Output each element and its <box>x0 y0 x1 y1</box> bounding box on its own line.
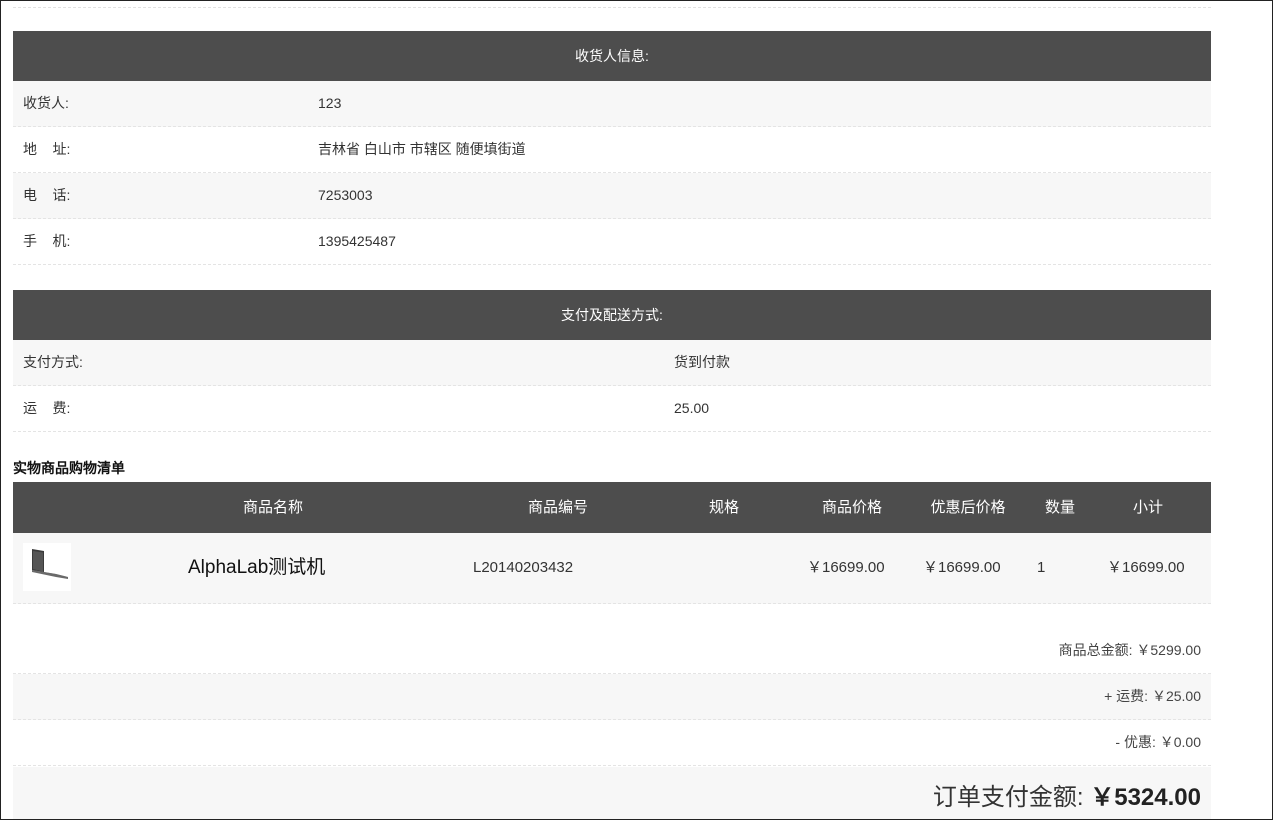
product-name-link[interactable]: AlphaLab测试机 <box>188 533 325 603</box>
phone-label: 电 话: <box>23 187 71 203</box>
discount-line: - 优惠: ￥0.00 <box>1115 720 1201 765</box>
payment-method-label: 支付方式: <box>23 354 83 370</box>
goods-section-title: 实物商品购物清单 <box>13 460 125 476</box>
product-price: ￥16699.00 <box>807 559 885 576</box>
shipping-line: + 运费: ￥25.00 <box>1104 674 1201 719</box>
shipping-fee-value: 25.00 <box>674 400 710 416</box>
consignee-row-address: 地 址: 吉林省 白山市 市辖区 随便填街道 <box>13 127 1211 173</box>
goods-total-label: 商品总金额: <box>1058 642 1133 658</box>
payment-row-method: 支付方式: 货到付款 <box>13 340 1211 386</box>
col-product-sku: 商品编号 <box>527 499 589 516</box>
phone-value: 7253003 <box>318 187 373 203</box>
consignee-row-phone: 电 话: 7253003 <box>13 173 1211 219</box>
address-value: 吉林省 白山市 市辖区 随便填街道 <box>318 141 526 157</box>
col-product-name: 商品名称 <box>242 499 304 516</box>
consignee-section: 收货人信息: 收货人: 123 地 址: 吉林省 白山市 市辖区 随便填街道 电… <box>13 31 1211 265</box>
payment-row-shipping: 运 费: 25.00 <box>13 386 1211 432</box>
shipping-fee-label: 运 费: <box>23 400 71 416</box>
product-subtotal: ￥16699.00 <box>1107 559 1185 576</box>
shipping-row: + 运费: ￥25.00 <box>13 674 1211 720</box>
shipping-label: + 运费: <box>1104 688 1149 704</box>
consignee-row-name: 收货人: 123 <box>13 81 1211 127</box>
mobile-label: 手 机: <box>23 233 71 249</box>
order-total-value: ￥5324.00 <box>1090 784 1201 811</box>
order-total-line: 订单支付金额: ￥5324.00 <box>933 777 1201 812</box>
discount-value: ￥0.00 <box>1159 734 1201 750</box>
product-thumbnail[interactable] <box>23 543 71 591</box>
order-total-label: 订单支付金额: <box>932 784 1084 811</box>
col-quantity: 数量 <box>1044 499 1076 516</box>
goods-total-value: ￥5299.00 <box>1136 642 1201 658</box>
goods-total-line: 商品总金额: ￥5299.00 <box>1059 628 1201 673</box>
top-divider <box>13 7 1211 8</box>
col-spec: 规格 <box>708 499 740 516</box>
consignee-row-mobile: 手 机: 1395425487 <box>13 219 1211 265</box>
discount-row: - 优惠: ￥0.00 <box>13 720 1211 766</box>
goods-table-header: 商品名称 商品编号 规格 商品价格 优惠后价格 数量 小计 <box>13 482 1211 533</box>
consignee-label: 收货人: <box>23 95 69 111</box>
consignee-section-header: 收货人信息: <box>13 31 1211 81</box>
consignee-value: 123 <box>318 95 342 111</box>
col-price: 商品价格 <box>821 499 883 516</box>
discount-label: - 优惠: <box>1115 734 1156 750</box>
product-discount-price: ￥16699.00 <box>923 559 1001 576</box>
product-sku: L20140203432 <box>473 559 574 576</box>
col-subtotal: 小计 <box>1132 499 1164 516</box>
goods-total-row: 商品总金额: ￥5299.00 <box>13 628 1211 674</box>
product-quantity: 1 <box>1037 559 1046 576</box>
payment-section-header: 支付及配送方式: <box>13 290 1211 340</box>
mobile-value: 1395425487 <box>318 233 396 249</box>
payment-method-value: 货到付款 <box>674 354 730 370</box>
col-discount-price: 优惠后价格 <box>930 499 1006 516</box>
address-label: 地 址: <box>23 141 71 157</box>
laptop-icon <box>32 549 68 579</box>
order-confirmation-page: 收货人信息: 收货人: 123 地 址: 吉林省 白山市 市辖区 随便填街道 电… <box>0 0 1273 820</box>
table-row: AlphaLab测试机 L20140203432 ￥16699.00 ￥1669… <box>13 533 1211 604</box>
shipping-value: ￥25.00 <box>1151 688 1201 704</box>
order-total-row: 订单支付金额: ￥5324.00 <box>13 767 1211 819</box>
payment-section: 支付及配送方式: 支付方式: 货到付款 运 费: 25.00 <box>13 290 1211 432</box>
